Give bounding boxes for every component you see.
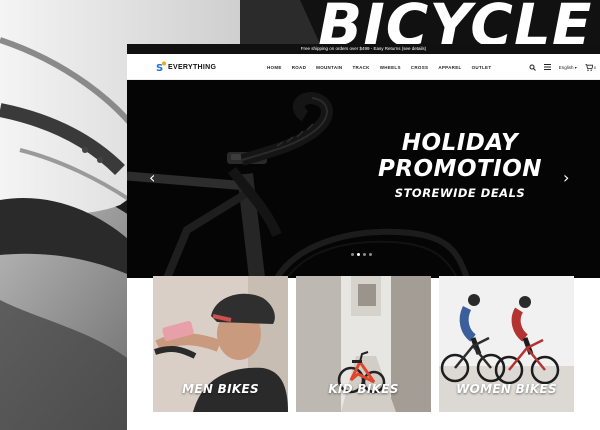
hero-prev-arrow[interactable]: ‹ — [149, 168, 155, 187]
hero-next-arrow[interactable]: › — [563, 168, 569, 187]
nav-outlet[interactable]: OUTLET — [472, 65, 492, 70]
nav-home[interactable]: HOME — [267, 65, 282, 70]
slider-dot-4[interactable] — [369, 253, 372, 256]
showcase-canvas: BICYCLE Free shipping on orders over $49… — [0, 0, 600, 430]
hero-slider: ‹ › HOLIDAY PROMOTION STOREWIDE DEALS — [127, 80, 600, 278]
category-card-kid[interactable]: KID BIKES — [296, 276, 431, 412]
brand-logo[interactable]: S EVERYTHING — [155, 61, 216, 73]
website-mockup: Free shipping on orders over $499 - Easy… — [127, 44, 600, 430]
hero-caption: HOLIDAY PROMOTION STOREWIDE DEALS — [365, 130, 555, 200]
language-label: English — [558, 64, 574, 70]
cart-icon — [584, 63, 593, 71]
header-tools: English ▾ 0 — [529, 54, 596, 80]
category-cards: MEN BIKES KID BIKES WOMEN BIKES — [153, 276, 574, 412]
cart-count: 0 — [593, 64, 596, 70]
announcement-bar: Free shipping on orders over $499 - Easy… — [127, 44, 600, 54]
category-card-women[interactable]: WOMEN BIKES — [439, 276, 574, 412]
logo-icon: S — [156, 61, 166, 73]
hero-subtitle: STOREWIDE DEALS — [394, 186, 526, 200]
nav-track[interactable]: TRACK — [352, 65, 369, 70]
header-navigation: S EVERYTHING HOME ROAD MOUNTAIN TRACK WH… — [127, 54, 600, 80]
hero-title-line-2: PROMOTION — [377, 156, 543, 182]
nav-apparel[interactable]: APPAREL — [438, 65, 461, 70]
slider-pagination — [351, 253, 372, 256]
category-label-women: WOMEN BIKES — [456, 382, 557, 396]
nav-wheels[interactable]: WHEELS — [380, 65, 401, 70]
chevron-down-icon: ▾ — [574, 64, 577, 70]
cart-button[interactable]: 0 — [584, 63, 596, 71]
category-card-men[interactable]: MEN BIKES — [153, 276, 288, 412]
category-label-men: MEN BIKES — [182, 382, 259, 396]
slider-dot-2[interactable] — [357, 253, 360, 256]
nav-mountain[interactable]: MOUNTAIN — [316, 65, 342, 70]
brand-name: EVERYTHING — [168, 63, 217, 71]
nav-cross[interactable]: CROSS — [411, 65, 429, 70]
category-label-kid: KID BIKES — [328, 382, 399, 396]
main-menu: HOME ROAD MOUNTAIN TRACK WHEELS CROSS AP… — [267, 54, 491, 80]
hero-title-line-1: HOLIDAY — [401, 130, 519, 156]
svg-text:S: S — [156, 63, 163, 73]
language-selector[interactable]: English ▾ — [559, 65, 577, 70]
search-icon[interactable] — [529, 64, 536, 71]
slider-dot-3[interactable] — [363, 253, 366, 256]
slider-dot-1[interactable] — [351, 253, 354, 256]
menu-icon[interactable] — [543, 64, 551, 70]
nav-road[interactable]: ROAD — [292, 65, 306, 70]
